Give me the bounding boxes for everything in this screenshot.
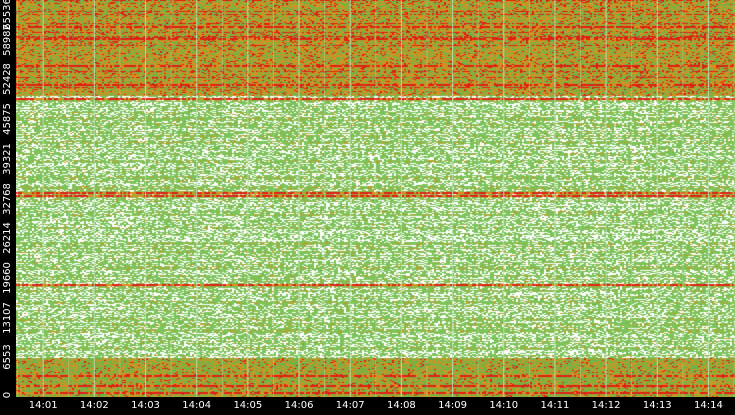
y-tick-label: 45875 bbox=[2, 103, 13, 135]
y-tick-label: 0 bbox=[2, 391, 13, 399]
heatmap-window: 0 6553 13107 19660 26214 32768 39321 45875 52428… bbox=[0, 0, 735, 415]
y-tick-label: 6553 bbox=[2, 344, 13, 371]
x-axis: 14:01 14:02 14:03 14:04 14:05 14:06 14:07 14:08… bbox=[16, 397, 735, 415]
x-tick-label: 14:03 bbox=[131, 400, 160, 411]
x-tick-label: 14:14 bbox=[694, 400, 723, 411]
x-tick-label: 14:11 bbox=[540, 400, 570, 411]
x-tick-label: 14:01 bbox=[28, 400, 58, 411]
heatmap-cells bbox=[16, 0, 735, 397]
x-tick-label: 14:10 bbox=[489, 400, 519, 411]
x-tick-label: 14:13 bbox=[642, 400, 672, 411]
plot-area[interactable] bbox=[16, 0, 735, 397]
y-tick-label: 39321 bbox=[2, 142, 13, 175]
x-tick-label: 14:05 bbox=[233, 400, 263, 411]
y-tick-label: 19660 bbox=[2, 261, 13, 294]
y-tick-label: 13107 bbox=[2, 301, 13, 334]
y-tick-label: 26214 bbox=[2, 222, 13, 255]
y-axis: 0 6553 13107 19660 26214 32768 39321 45875 52428… bbox=[0, 0, 16, 399]
x-tick-label: 14:07 bbox=[335, 400, 365, 411]
x-tick-label: 14:02 bbox=[79, 400, 109, 411]
x-tick-label: 14:12 bbox=[591, 400, 621, 411]
y-tick-label: 52428 bbox=[2, 63, 13, 96]
y-tick-label: 65536 bbox=[2, 0, 13, 30]
y-tick-label: 32768 bbox=[2, 182, 13, 215]
x-tick-label: 14:08 bbox=[386, 400, 416, 411]
x-tick-label: 14:06 bbox=[284, 400, 314, 411]
x-tick-label: 14:09 bbox=[438, 400, 467, 411]
x-tick-label: 14:04 bbox=[182, 400, 212, 411]
